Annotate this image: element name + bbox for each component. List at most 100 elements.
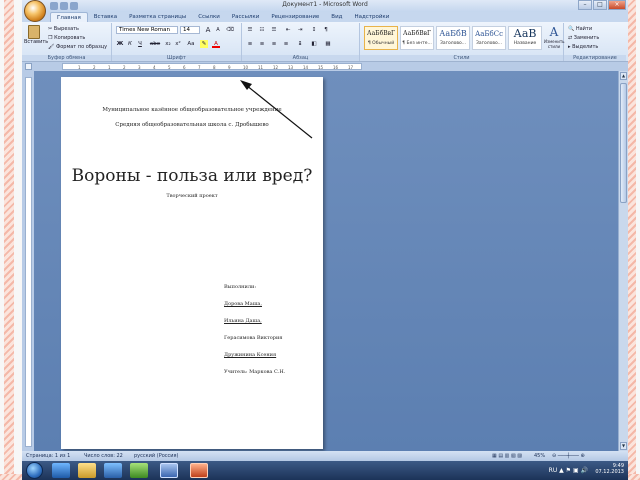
ruler-tick: 6 [183, 65, 186, 70]
undo-icon[interactable] [60, 2, 68, 10]
ruler-strip[interactable]: 1 2 1 2 3 4 5 6 7 8 9 10 11 12 13 14 15 16 17 [62, 63, 362, 70]
scroll-thumb[interactable] [620, 83, 627, 203]
align-center-icon[interactable]: ≡ [258, 40, 266, 48]
title-bar: Документ1 - Microsoft Word – □ × [22, 0, 628, 12]
vertical-scrollbar[interactable]: ▲ ▼ [618, 71, 628, 451]
system-tray[interactable]: RU ▲ ⚑ ▣ 🔊 [549, 467, 588, 474]
tab-addins[interactable]: Надстройки [348, 12, 395, 22]
italic-button[interactable]: К [126, 40, 134, 48]
status-bar: Страница: 1 из 1 Число слов: 22 русский … [22, 451, 628, 461]
line-spacing-icon[interactable]: ↨ [296, 40, 304, 48]
select-button[interactable]: ▸ Выделить [568, 44, 598, 50]
cut-button[interactable]: ✂ Вырезать [48, 26, 79, 32]
ruler-tick: 9 [228, 65, 231, 70]
scroll-down-icon[interactable]: ▼ [620, 442, 627, 450]
ruler-tick: 2 [123, 65, 126, 70]
office-button[interactable] [24, 0, 46, 22]
tab-insert[interactable]: Вставка [88, 12, 123, 22]
left-decor-stripe [4, 0, 14, 480]
style-heading-2[interactable]: АаБбСс Заголово... [472, 26, 506, 50]
multilevel-list-icon[interactable]: ☰ [270, 26, 278, 34]
style-no-spacing[interactable]: АаБбВвГ ¶ Без инте... [400, 26, 434, 50]
word-taskbar-icon[interactable] [160, 463, 178, 478]
ruler-tick: 7 [198, 65, 201, 70]
font-color-button[interactable]: A [212, 40, 220, 48]
align-right-icon[interactable]: ≡ [270, 40, 278, 48]
tab-mailings[interactable]: Рассылки [226, 12, 266, 22]
zoom-level[interactable]: 45% [534, 453, 545, 459]
increase-indent-icon[interactable]: ⇥ [296, 26, 304, 34]
change-styles-icon: A [549, 25, 559, 39]
underline-button[interactable]: Ч [136, 40, 144, 48]
save-icon[interactable] [50, 2, 58, 10]
justify-icon[interactable]: ≡ [282, 40, 290, 48]
maximize-button[interactable]: □ [593, 0, 607, 10]
style-heading-1[interactable]: АаБбВ Заголово... [436, 26, 470, 50]
media-player-icon[interactable] [104, 463, 122, 478]
change-case-button[interactable]: Aa [186, 40, 196, 48]
align-left-icon[interactable]: ≡ [246, 40, 254, 48]
editing-group: 🔍 Найти ⇄ Заменить ▸ Выделить Редактиров… [564, 23, 626, 61]
document-page[interactable]: Муниципальное казённое общеобразовательн… [61, 77, 323, 449]
horizontal-ruler: 1 2 1 2 3 4 5 6 7 8 9 10 11 12 13 14 15 16 17 [22, 62, 628, 71]
numbering-icon[interactable]: ☷ [258, 26, 266, 34]
document-subtitle: Творческий проект [166, 193, 218, 199]
chrome-icon[interactable] [130, 463, 148, 478]
borders-icon[interactable]: ▦ [324, 40, 332, 48]
sort-icon[interactable]: ↕ [310, 26, 318, 34]
view-buttons[interactable]: ▦ ▤ ▥ ▧ ▨ [492, 453, 522, 459]
powerpoint-taskbar-icon[interactable] [190, 463, 208, 478]
ruler-tick: 11 [258, 65, 264, 70]
author-line: Выполнили: [224, 284, 257, 290]
paste-button[interactable]: Вставить [24, 25, 48, 45]
bullets-icon[interactable]: ☰ [246, 26, 254, 34]
bold-button[interactable]: Ж [116, 40, 124, 48]
highlight-icon[interactable]: ✎ [200, 40, 208, 48]
replace-button[interactable]: ⇄ Заменить [568, 35, 599, 41]
vertical-ruler-strip[interactable] [25, 77, 32, 447]
org-line-1: Муниципальное казённое общеобразовательн… [102, 107, 282, 113]
ruler-tick: 10 [243, 65, 249, 70]
word-count[interactable]: Число слов: 22 [84, 453, 123, 459]
copy-button[interactable]: ❐ Копировать [48, 35, 85, 41]
find-button[interactable]: 🔍 Найти [568, 26, 592, 32]
decrease-indent-icon[interactable]: ⇤ [284, 26, 292, 34]
zoom-slider[interactable]: ⊖ ───┼─── ⊕ [552, 453, 585, 459]
tab-references[interactable]: Ссылки [192, 12, 226, 22]
change-styles-button[interactable]: A Изменить стили [544, 25, 565, 49]
redo-icon[interactable] [70, 2, 78, 10]
style-normal[interactable]: АаБбВвГ ¶ Обычный [364, 26, 398, 50]
tab-review[interactable]: Рецензирование [265, 12, 325, 22]
subscript-button[interactable]: x₂ [164, 40, 172, 48]
author-line: Учитель: Маркова С.Н. [224, 369, 286, 375]
format-painter-button[interactable]: 🖌 Формат по образцу [48, 44, 107, 50]
shrink-font-button[interactable]: A [214, 26, 222, 34]
tab-page-layout[interactable]: Разметка страницы [123, 12, 192, 22]
page-count[interactable]: Страница: 1 из 1 [26, 453, 70, 459]
minimize-button[interactable]: – [578, 0, 592, 10]
start-button[interactable] [26, 462, 43, 479]
clear-format-icon[interactable]: ⌫ [226, 26, 234, 34]
font-size-select[interactable]: 14 [180, 26, 200, 34]
ie-icon[interactable] [52, 463, 70, 478]
strikethrough-button[interactable]: abe [148, 40, 162, 48]
grow-font-button[interactable]: A [204, 26, 212, 34]
styles-group-label: Стили [360, 55, 563, 61]
tab-home[interactable]: Главная [50, 12, 88, 22]
scroll-up-icon[interactable]: ▲ [620, 72, 627, 80]
tab-view[interactable]: Вид [325, 12, 348, 22]
font-name-select[interactable]: Times New Roman [116, 26, 178, 34]
vertical-ruler [22, 71, 34, 451]
close-button[interactable]: × [608, 0, 626, 10]
style-title[interactable]: АаВ Название [508, 26, 542, 50]
superscript-button[interactable]: x² [174, 40, 182, 48]
explorer-icon[interactable] [78, 463, 96, 478]
show-marks-icon[interactable]: ¶ [322, 26, 330, 34]
shading-icon[interactable]: ◧ [310, 40, 318, 48]
org-line-2: Средняя общеобразовательная школа с. Дро… [115, 122, 269, 128]
tab-selector-button[interactable] [25, 63, 32, 70]
clock[interactable]: 9:49 07.12.2013 [595, 463, 624, 475]
ruler-tick: 13 [288, 65, 294, 70]
ruler-tick: 5 [168, 65, 171, 70]
language-indicator[interactable]: русский (Россия) [134, 453, 178, 459]
